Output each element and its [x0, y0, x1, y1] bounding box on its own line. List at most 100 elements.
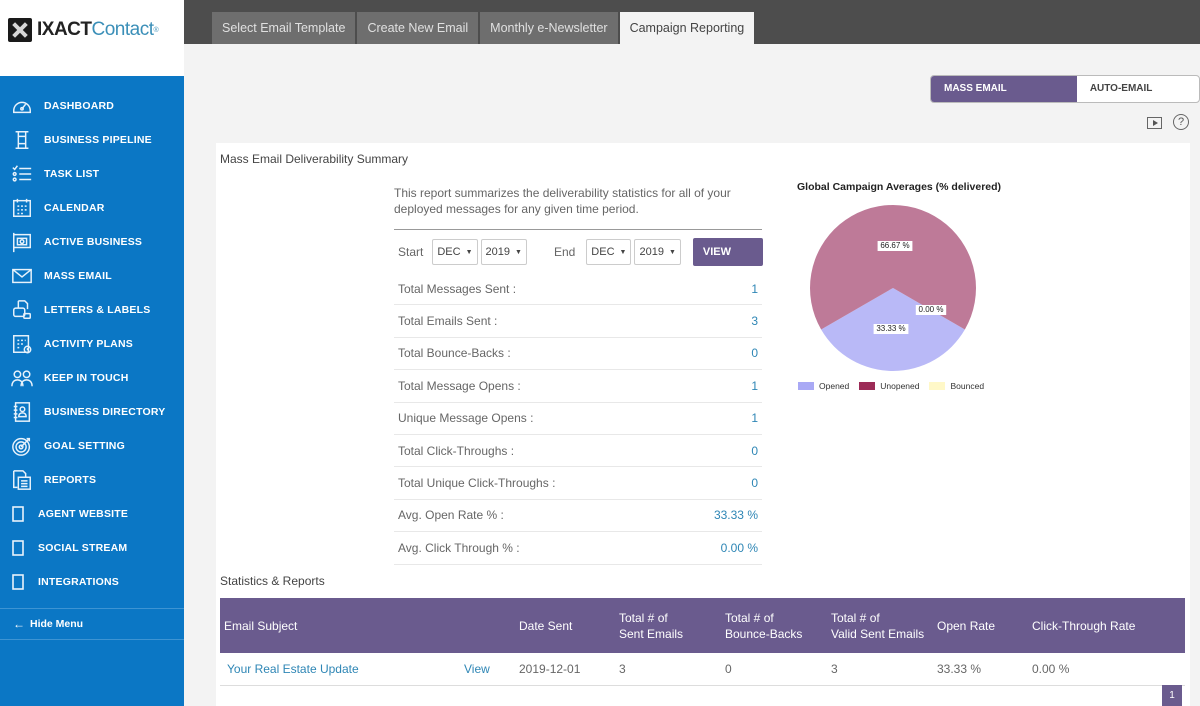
task-list-icon [10, 163, 34, 185]
sidebar-item-letters-labels[interactable]: LETTERS & LABELS [0, 293, 184, 327]
hide-menu-button[interactable]: ← Hide Menu [0, 608, 184, 640]
legend-swatch [859, 382, 876, 390]
stat-value: 33.33 % [713, 508, 758, 523]
sidebar-item-label: BUSINESS DIRECTORY [44, 406, 166, 418]
header-sent-emails[interactable]: Total # of Sent Emails [615, 598, 721, 653]
stat-label: Unique Message Opens : [398, 411, 534, 426]
sidebar-item-business-pipeline[interactable]: BUSINESS PIPELINE [0, 123, 184, 157]
end-month-value: DEC [591, 246, 615, 258]
activity-plans-icon [10, 333, 34, 355]
brand-name-part2: Contact [91, 19, 154, 40]
sidebar-item-label: REPORTS [44, 474, 97, 486]
header-click-through-rate[interactable]: Click-Through Rate [1028, 598, 1185, 653]
placeholder-box-icon [10, 503, 26, 525]
start-year-select[interactable]: 2019 ▼ [480, 239, 527, 265]
report-panel: Mass Email Deliverability Summary This r… [216, 143, 1190, 706]
caret-down-icon: ▼ [515, 248, 522, 256]
valid-sent-cell: 3 [827, 653, 933, 686]
sidebar-item-label: BUSINESS PIPELINE [44, 134, 152, 146]
sidebar-item-social-stream[interactable]: SOCIAL STREAM [0, 531, 184, 565]
people-icon [10, 367, 34, 389]
tab-monthly-e-newsletter[interactable]: Monthly e-Newsletter [480, 12, 618, 44]
top-bar: Select Email Template Create New Email M… [184, 0, 1200, 44]
sidebar-item-goal-setting[interactable]: GOAL SETTING [0, 429, 184, 463]
pie-label-unopened: 66.67 % [880, 241, 909, 250]
stat-label: Total Bounce-Backs : [398, 346, 511, 361]
legend-label: Unopened [880, 381, 920, 391]
dashboard-icon [10, 95, 34, 117]
date-range-row: Start DEC ▼ 2019 ▼ End DEC ▼ 2019 ▼ VIEW RES… [394, 237, 764, 286]
sidebar-item-reports[interactable]: REPORTS [0, 463, 184, 497]
letters-labels-icon [10, 299, 34, 321]
hide-menu-label: Hide Menu [30, 618, 84, 630]
sidebar-item-keep-in-touch[interactable]: KEEP IN TOUCH [0, 361, 184, 395]
bounce-backs-cell: 0 [721, 653, 827, 686]
tab-select-email-template[interactable]: Select Email Template [212, 12, 356, 44]
stat-label: Avg. Open Rate % : [398, 508, 504, 523]
page-1-button[interactable]: 1 [1162, 685, 1182, 706]
stat-row: Unique Message Opens : 1 [394, 403, 762, 435]
stat-row: Total Message Opens : 1 [394, 370, 762, 403]
stat-row: Total Unique Click-Throughs : 0 [394, 467, 762, 500]
end-year-select[interactable]: 2019 ▼ [634, 239, 681, 265]
email-subject-link[interactable]: Your Real Estate Update [220, 653, 460, 686]
sidebar-item-activity-plans[interactable]: ACTIVITY PLANS [0, 327, 184, 361]
stat-value: 1 [751, 411, 758, 426]
help-icon[interactable]: ? [1173, 114, 1189, 130]
sidebar-item-calendar[interactable]: CALENDAR [0, 191, 184, 225]
sidebar-item-task-list[interactable]: TASK LIST [0, 157, 184, 191]
pie-label-opened: 33.33 % [876, 324, 905, 333]
stat-row: Avg. Open Rate % : 33.33 % [394, 500, 762, 533]
pie-chart-svg: 33.33 % 66.67 % 0.00 % [810, 205, 976, 371]
sidebar-item-label: KEEP IN TOUCH [44, 372, 129, 384]
legend-swatch [929, 382, 946, 390]
stat-value: 0.00 % [720, 540, 758, 555]
header-email-subject[interactable]: Email Subject [220, 598, 460, 653]
legend-item-opened[interactable]: Opened [798, 381, 849, 391]
video-play-icon[interactable] [1147, 117, 1162, 129]
sidebar-item-business-directory[interactable]: BUSINESS DIRECTORY [0, 395, 184, 429]
caret-down-icon: ▼ [619, 248, 627, 256]
header-date-sent[interactable]: Date Sent [515, 598, 615, 653]
auto-email-opens-button[interactable]: AUTO-EMAIL OPENS [1077, 76, 1199, 102]
tab-campaign-reporting[interactable]: Campaign Reporting [619, 12, 755, 44]
sidebar-item-mass-email[interactable]: MASS EMAIL [0, 259, 184, 293]
sidebar-item-agent-website[interactable]: AGENT WEBSITE [0, 497, 184, 531]
stat-value: 0 [751, 443, 758, 458]
brand-logo[interactable]: IXACT Contact ® [8, 18, 159, 42]
calendar-icon [10, 197, 34, 219]
header-open-rate[interactable]: Open Rate [933, 598, 1028, 653]
sidebar-item-label: MASS EMAIL [44, 270, 112, 282]
sidebar-item-label: GOAL SETTING [44, 440, 125, 452]
placeholder-box-icon [10, 537, 26, 559]
caret-down-icon: ▼ [668, 248, 676, 256]
start-year-value: 2019 [485, 246, 510, 258]
sidebar-item-active-business[interactable]: ACTIVE BUSINESS [0, 225, 184, 259]
header-bounce-backs[interactable]: Total # of Bounce-Backs [721, 598, 827, 653]
sidebar-item-label: CALENDAR [44, 202, 105, 214]
end-year-value: 2019 [639, 246, 664, 258]
sidebar-item-integrations[interactable]: INTEGRATIONS [0, 565, 184, 599]
sidebar-item-dashboard[interactable]: DASHBOARD [0, 89, 184, 123]
end-month-select[interactable]: DEC ▼ [586, 239, 632, 265]
pie-label-bounced: 0.00 % [919, 305, 944, 314]
sidebar-item-label: LETTERS & LABELS [44, 304, 151, 316]
sidebar-item-label: ACTIVITY PLANS [44, 338, 133, 350]
legend-item-unopened[interactable]: Unopened [859, 381, 919, 391]
logo-area: IXACT Contact ® [0, 0, 184, 76]
stat-row: Total Bounce-Backs : 0 [394, 338, 762, 371]
stat-value: 0 [751, 346, 758, 361]
header-valid-sent-emails[interactable]: Total # of Valid Sent Emails [827, 598, 933, 653]
start-month-select[interactable]: DEC ▼ [432, 239, 478, 265]
stat-value: 0 [751, 476, 758, 491]
chart-legend: Opened Unopened Bounced [798, 381, 994, 391]
legend-item-bounced[interactable]: Bounced [929, 381, 984, 391]
sidebar-item-label: DASHBOARD [44, 100, 115, 112]
pie-chart: 33.33 % 66.67 % 0.00 % Global Campaign Ave… [786, 173, 1016, 403]
stat-row: Avg. Click Through % : 0.00 % [394, 532, 762, 565]
open-rate-cell: 33.33 % [933, 653, 1028, 686]
tab-create-new-email[interactable]: Create New Email [357, 12, 479, 44]
view-results-button[interactable]: VIEW RESULTS [692, 238, 764, 286]
view-link[interactable]: View [460, 653, 515, 686]
mass-email-reporting-button[interactable]: MASS EMAIL REPORTING [931, 76, 1077, 102]
